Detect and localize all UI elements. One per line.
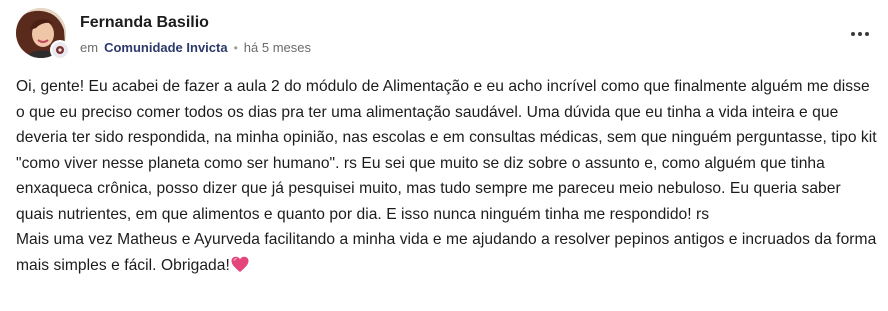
- more-horizontal-icon: [851, 32, 855, 36]
- more-options-button[interactable]: [848, 26, 872, 42]
- post-body: Oi, gente! Eu acabei de fazer a aula 2 d…: [16, 74, 878, 281]
- member-badge-icon: [50, 40, 70, 60]
- post-paragraph-2-text: Mais uma vez Matheus e Ayurveda facilita…: [16, 231, 877, 274]
- more-dot: [858, 32, 862, 36]
- post-timestamp[interactable]: há 5 meses: [244, 40, 311, 55]
- post-paragraph-2: Mais uma vez Matheus e Ayurveda facilita…: [16, 227, 878, 281]
- post-header: Fernanda Basilio em Comunidade Invicta •…: [16, 8, 872, 60]
- author-avatar-wrapper[interactable]: [16, 8, 70, 60]
- post-meta: em Comunidade Invicta • há 5 meses: [80, 40, 311, 55]
- author-name[interactable]: Fernanda Basilio: [80, 14, 209, 32]
- meta-in-label: em: [80, 40, 99, 55]
- post-paragraph-1: Oi, gente! Eu acabei de fazer a aula 2 d…: [16, 78, 877, 223]
- more-dot: [865, 32, 869, 36]
- pink-heart-icon: [231, 256, 249, 282]
- post-card: Fernanda Basilio em Comunidade Invicta •…: [0, 0, 888, 311]
- community-link[interactable]: Comunidade Invicta: [104, 40, 228, 55]
- meta-separator: •: [233, 40, 238, 55]
